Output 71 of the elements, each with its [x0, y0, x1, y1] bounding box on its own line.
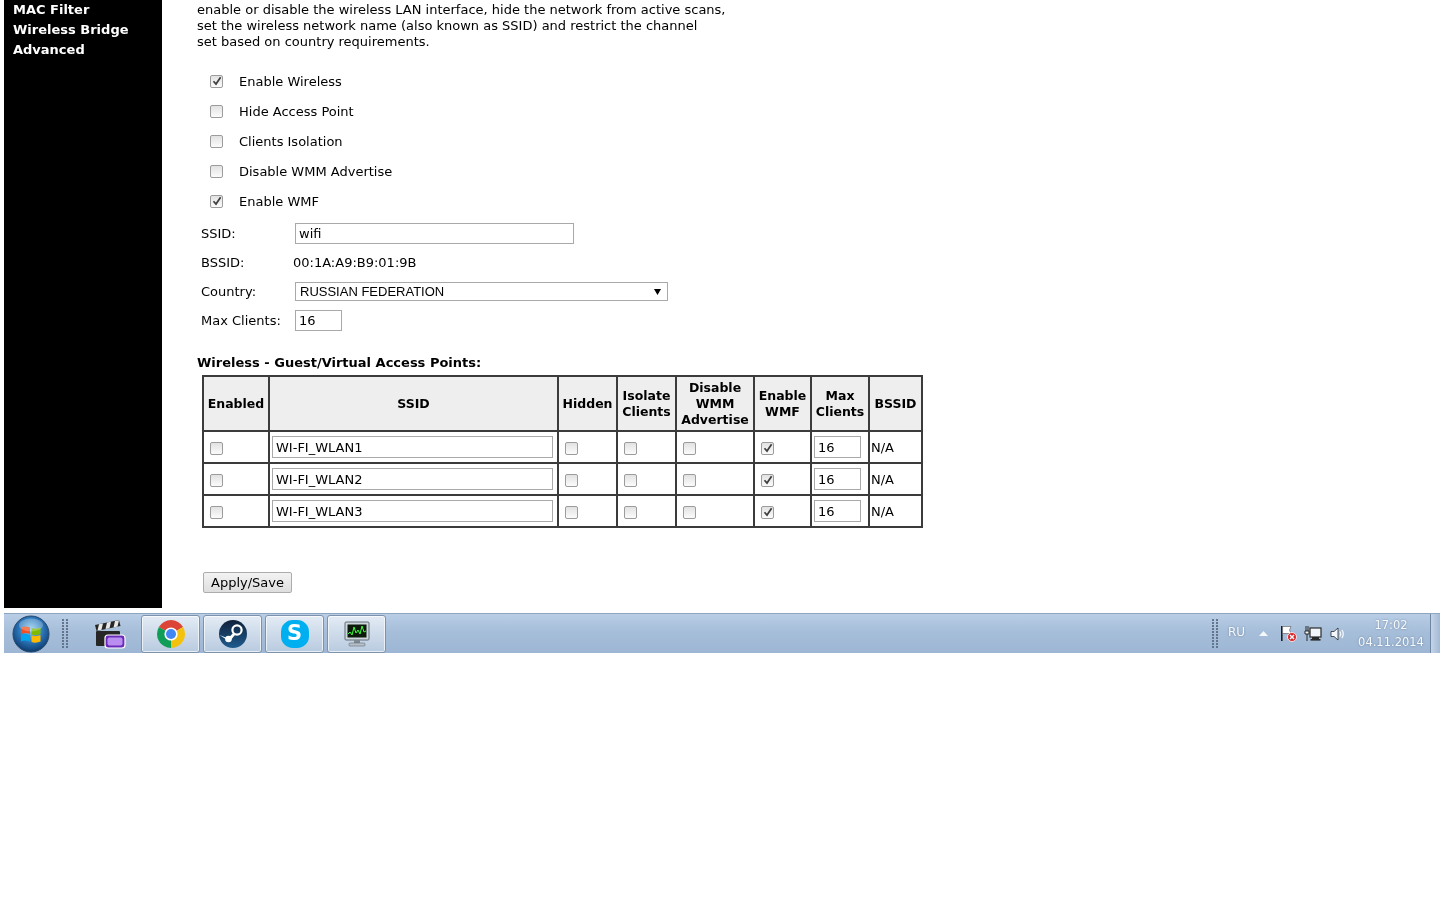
column-header: Max Clients — [811, 376, 869, 431]
checkbox[interactable] — [210, 441, 223, 455]
caret-icon — [654, 288, 661, 295]
checkbox[interactable] — [565, 441, 578, 455]
dropdown[interactable]: RUSSIAN FEDERATION — [295, 282, 668, 301]
max-clients-field[interactable]: 16 — [814, 468, 861, 490]
column-header: Isolate Clients — [617, 376, 676, 431]
grip-icon — [1211, 619, 1218, 648]
checkbox[interactable] — [210, 104, 223, 118]
checkbox[interactable] — [683, 441, 696, 455]
column-header: SSID — [269, 376, 558, 431]
column-header: Enable WMF — [754, 376, 811, 431]
column-header: Hidden — [558, 376, 617, 431]
checkbox[interactable] — [565, 473, 578, 487]
dark-disc-logo-icon — [217, 618, 248, 649]
taskbar-button[interactable] — [203, 614, 262, 653]
checkbox[interactable] — [210, 134, 223, 148]
field-label: SSID: — [201, 226, 237, 241]
table-cell: N/A — [869, 431, 922, 463]
description-text: enable or disable the wireless LAN interface, hide the network from active scans, set the wireless network name (also known as SSID) and restrict the channel set based on country requirements. — [197, 2, 726, 50]
ssid-field[interactable]: WI-FI_WLAN2 — [272, 468, 553, 490]
checkbox[interactable] — [624, 473, 637, 487]
table-cell: N/A — [869, 495, 922, 527]
checkbox[interactable] — [210, 194, 223, 208]
max-clients-field[interactable]: 16 — [814, 436, 861, 458]
checkbox[interactable] — [683, 505, 696, 519]
checkbox-label: Clients Isolation — [239, 133, 343, 149]
grip-icon — [62, 619, 68, 648]
text-field[interactable]: 16 — [295, 310, 342, 331]
app-logo: S — [280, 619, 309, 648]
sidebar-item[interactable]: Wireless Bridge — [13, 20, 129, 40]
ssid-field[interactable]: WI-FI_WLAN1 — [272, 436, 553, 458]
start-orb-icon[interactable] — [12, 614, 50, 653]
up-arrow-icon[interactable] — [1259, 631, 1268, 636]
max-clients-field[interactable]: 16 — [814, 500, 861, 522]
apply-save-button[interactable]: Apply/Save — [203, 572, 292, 593]
column-header: Enabled — [203, 376, 269, 431]
sidebar-item[interactable]: MAC Filter — [13, 0, 90, 20]
table-cell: N/A — [869, 463, 922, 495]
checkbox-label: Enable WMF — [239, 193, 319, 209]
field-value: 00:1A:A9:B9:01:9B — [293, 255, 417, 270]
checkbox-label: Hide Access Point — [239, 103, 354, 119]
checkbox[interactable] — [683, 473, 696, 487]
flag-icon[interactable] — [1280, 625, 1297, 642]
checkbox[interactable] — [624, 505, 637, 519]
taskbar-button[interactable] — [327, 614, 386, 653]
field-label: BSSID: — [201, 255, 246, 270]
field-label: Country: — [201, 284, 258, 299]
checkbox[interactable] — [761, 441, 774, 455]
text-field[interactable]: wifi — [295, 223, 574, 244]
sidebar-item[interactable]: Advanced — [13, 40, 85, 60]
speaker-icon[interactable] — [1330, 625, 1346, 642]
checkbox[interactable] — [624, 441, 637, 455]
ssid-field[interactable]: WI-FI_WLAN3 — [272, 500, 553, 522]
tricolor-circle-icon — [155, 618, 186, 649]
checkbox[interactable] — [565, 505, 578, 519]
checkbox-label: Enable Wireless — [239, 73, 342, 89]
checkbox[interactable] — [210, 164, 223, 178]
column-header: BSSID — [869, 376, 922, 431]
checkbox[interactable] — [210, 505, 223, 519]
field-label: Max Clients: — [201, 313, 282, 328]
checkbox[interactable] — [761, 473, 774, 487]
network-icon[interactable] — [1304, 625, 1322, 642]
column-header: Disable WMM Advertise — [676, 376, 754, 431]
checkbox[interactable] — [210, 473, 223, 487]
checkbox-label: Disable WMM Advertise — [239, 163, 393, 179]
checkbox[interactable] — [761, 505, 774, 519]
show-desktop-button[interactable] — [1430, 614, 1440, 653]
monitor-graph-icon — [341, 618, 372, 649]
checkbox[interactable] — [210, 74, 223, 88]
section-title: Wireless - Guest/Virtual Access Points: — [197, 355, 482, 371]
